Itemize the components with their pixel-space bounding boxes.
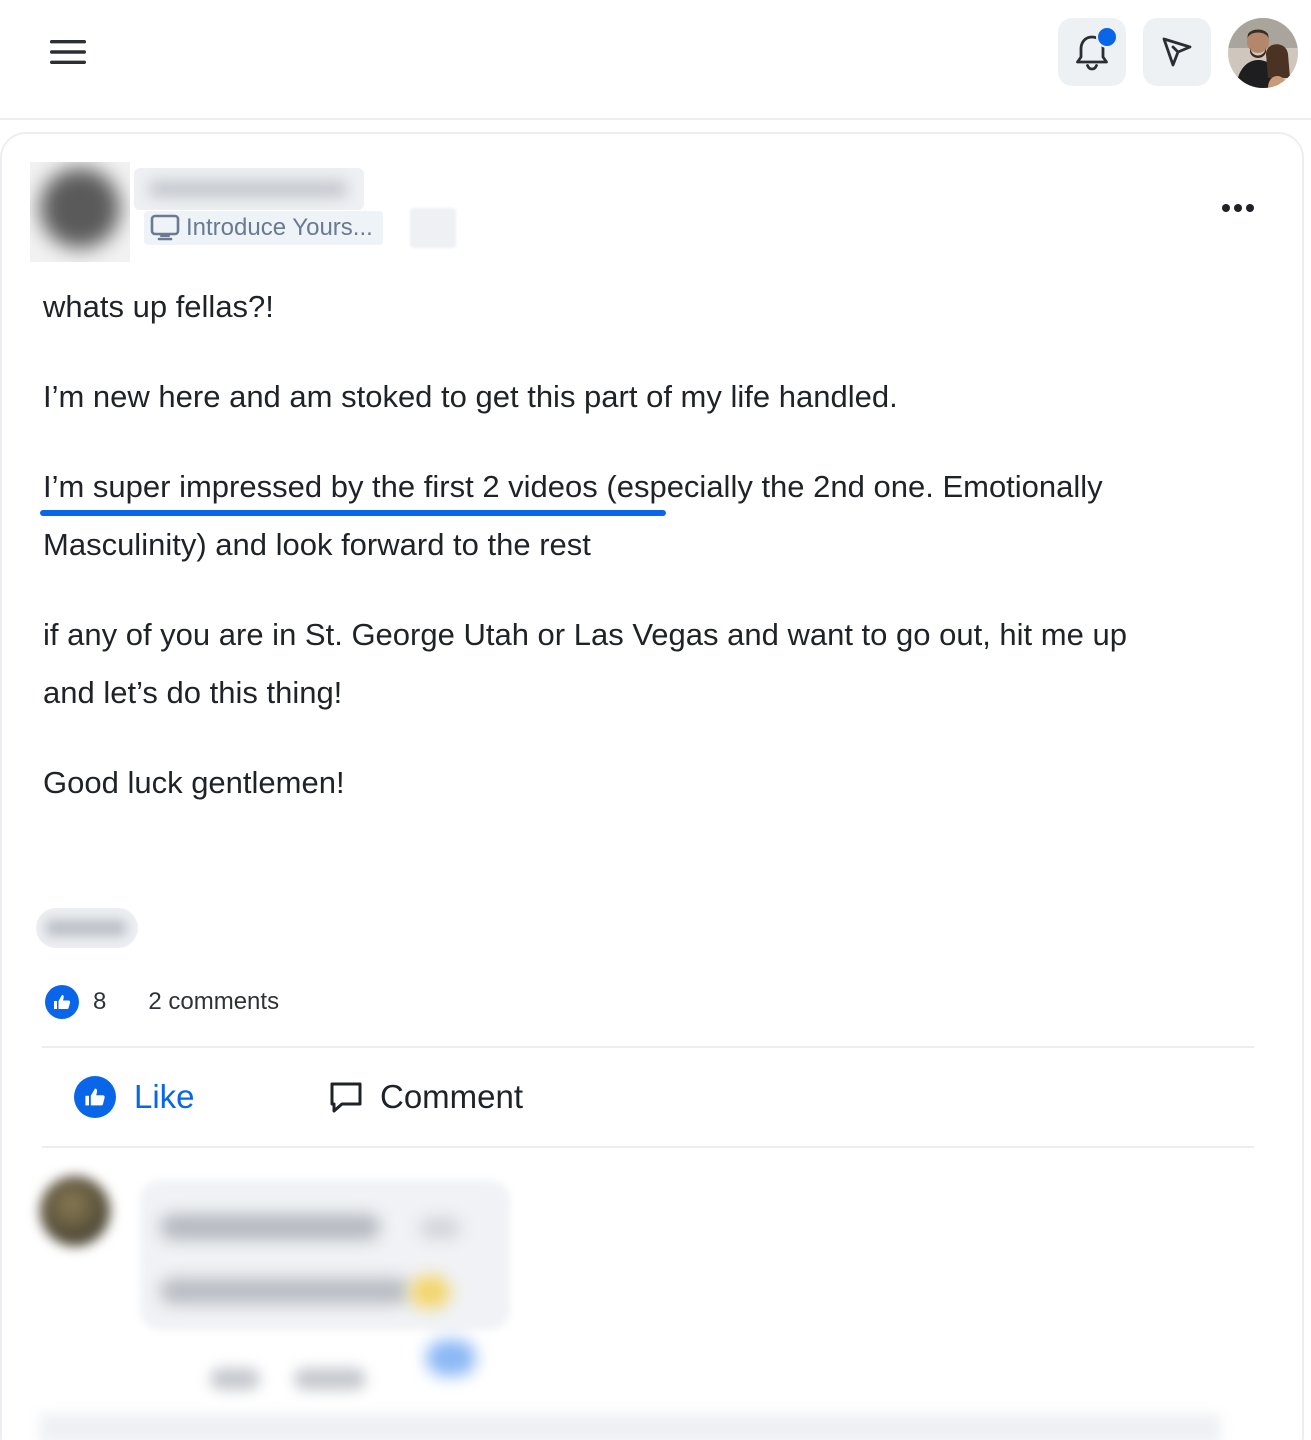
notification-dot — [1096, 26, 1118, 48]
hamburger-menu-icon — [50, 40, 86, 64]
thumbs-up-icon — [74, 1076, 116, 1118]
author-name[interactable] — [134, 168, 364, 210]
user-avatar[interactable] — [1228, 18, 1298, 88]
post-timestamp[interactable] — [410, 208, 456, 248]
send-arrow-icon — [1162, 37, 1192, 67]
menu-button[interactable] — [44, 28, 92, 76]
comment-emoji — [410, 1276, 450, 1308]
category-chip[interactable]: Introduce Yours... — [144, 211, 383, 245]
post-paragraph: I’m super impressed by the first 2 video… — [43, 469, 1103, 562]
comment-reaction-badge — [426, 1340, 476, 1376]
avatar-photo — [1228, 18, 1298, 88]
text-highlight-underline — [40, 510, 666, 516]
post-tag[interactable] — [36, 908, 138, 948]
top-bar — [0, 0, 1311, 120]
post-body: whats up fellas?! I’m new here and am st… — [43, 278, 1273, 812]
post-stats: 8 2 comments — [45, 982, 279, 1022]
comment-text — [160, 1278, 410, 1304]
like-button-label: Like — [134, 1078, 195, 1115]
post-options-button[interactable] — [1212, 188, 1264, 228]
messages-button[interactable] — [1143, 18, 1211, 86]
post-paragraph: and let’s do this thing! — [43, 675, 343, 710]
comment-bubble-icon — [330, 1082, 362, 1113]
like-reaction-icon — [45, 985, 79, 1019]
notifications-button[interactable] — [1058, 18, 1126, 86]
commenter-avatar[interactable] — [40, 1176, 110, 1246]
more-horizontal-icon — [1222, 204, 1254, 212]
post-paragraph: Good luck gentlemen! — [43, 765, 345, 800]
divider — [42, 1046, 1254, 1048]
like-count[interactable]: 8 — [93, 988, 106, 1016]
comment-button-label: Comment — [380, 1078, 524, 1115]
comment-bubble — [140, 1180, 510, 1330]
comment-reply-link[interactable] — [294, 1368, 366, 1390]
author-avatar[interactable] — [30, 162, 130, 262]
divider — [42, 1146, 1254, 1148]
post-paragraph: I’m new here and am stoked to get this p… — [43, 379, 898, 414]
comment-count[interactable]: 2 comments — [148, 988, 279, 1016]
comment-button[interactable]: Comment — [328, 1074, 523, 1120]
next-comment-preview — [40, 1414, 1220, 1440]
post-paragraph: if any of you are in St. George Utah or … — [43, 617, 1127, 652]
comment-timestamp — [420, 1218, 460, 1238]
monitor-icon — [150, 214, 180, 241]
commenter-name[interactable] — [160, 1214, 380, 1240]
category-label: Introduce Yours... — [186, 214, 373, 241]
comment-like-link[interactable] — [210, 1368, 260, 1390]
like-button[interactable]: Like — [74, 1074, 195, 1120]
post-paragraph: whats up fellas?! — [43, 289, 274, 324]
